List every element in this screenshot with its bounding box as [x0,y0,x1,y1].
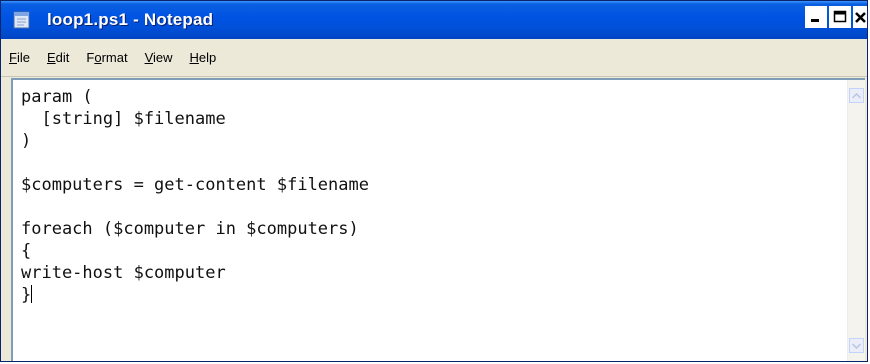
menu-help[interactable]: Help [188,48,219,67]
code-line: ) [21,131,32,151]
code-line: foreach ($computer in $computers) [21,219,359,239]
notepad-icon[interactable] [13,11,33,29]
notepad-window: loop1.ps1 - Notepad File Edit Format Vie… [0,0,868,362]
code-line: [string] $filename [21,109,226,129]
title-bar[interactable]: loop1.ps1 - Notepad [1,1,867,39]
maximize-button[interactable] [829,6,851,28]
menu-edit[interactable]: Edit [45,48,71,67]
code-line: param ( [21,87,93,107]
close-button[interactable] [853,6,867,28]
menu-bar: File Edit Format View Help [1,39,867,77]
scroll-down-button[interactable] [849,338,864,353]
menu-format[interactable]: Format [84,48,129,67]
code-line: { [21,241,32,261]
code-text[interactable]: param ( [string] $filename ) $computers … [21,86,369,306]
vertical-scrollbar[interactable] [847,80,865,361]
code-line: write-host $computer [21,263,226,283]
minimize-button[interactable] [805,6,827,28]
code-line: } [21,285,32,305]
window-controls [805,6,867,28]
chevron-up-icon [852,92,861,99]
minimize-icon [811,19,819,22]
scroll-up-button[interactable] [849,88,864,103]
code-line: $computers = get-content $filename [21,175,369,195]
text-caret [31,285,33,303]
menu-file[interactable]: File [7,48,32,67]
maximize-icon [833,10,847,23]
chevron-down-icon [852,342,861,349]
menu-view[interactable]: View [143,48,175,67]
window-title: loop1.ps1 - Notepad [47,10,214,29]
text-editor-area[interactable]: param ( [string] $filename ) $computers … [11,78,865,361]
close-icon [854,12,866,23]
